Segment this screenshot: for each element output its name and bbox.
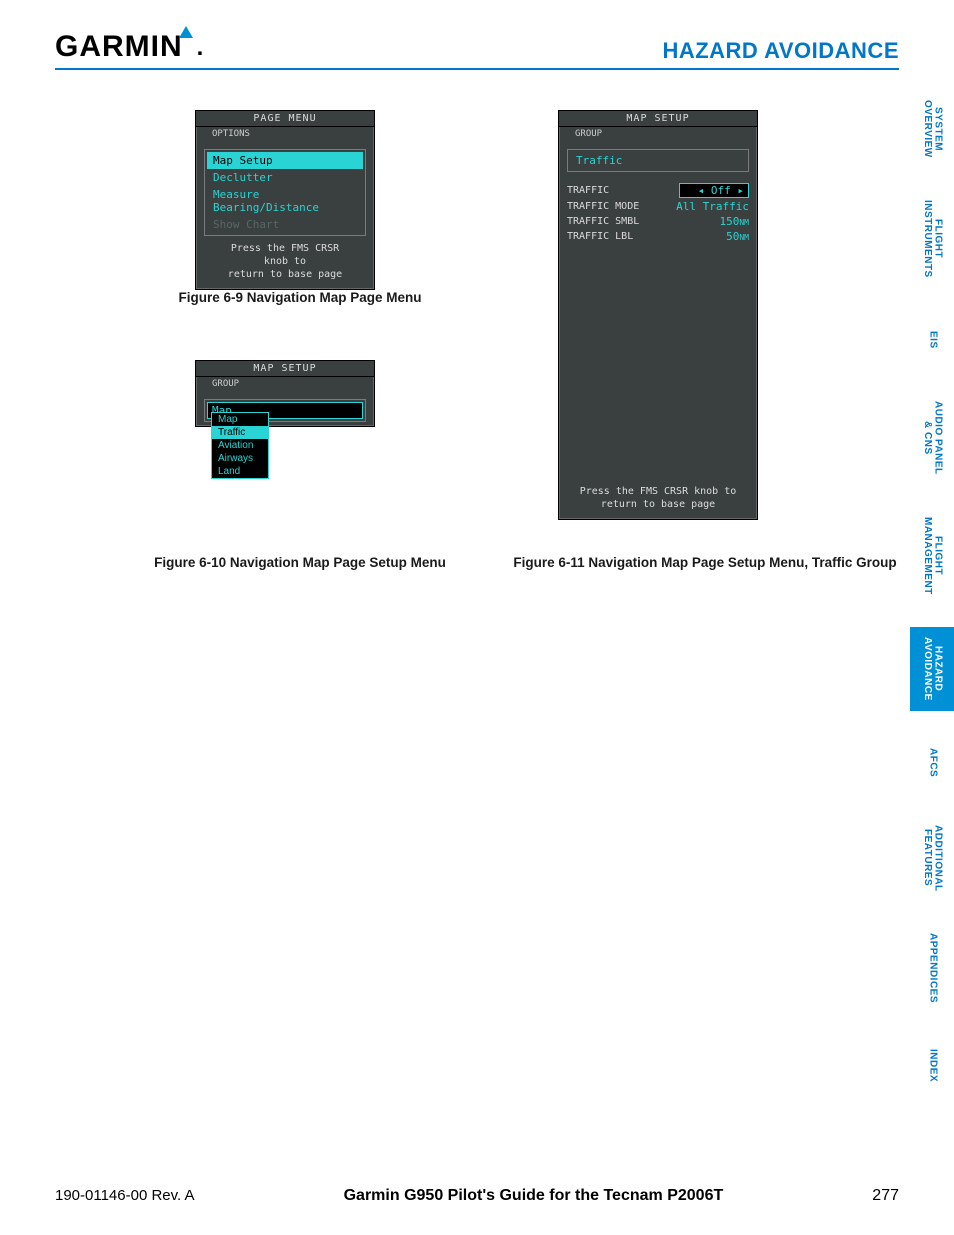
- hint-text: Press the FMS CRSR knob to return to bas…: [559, 479, 757, 519]
- dropdown-option-airways[interactable]: Airways: [212, 452, 268, 465]
- group-label: GROUP: [573, 129, 604, 139]
- label-traffic: TRAFFIC: [567, 185, 609, 196]
- value-traffic-mode[interactable]: All Traffic: [676, 200, 749, 213]
- page-header: GARMIN. HAZARD AVOIDANCE: [55, 30, 899, 70]
- value-traffic[interactable]: ◂ Off ▸: [679, 183, 749, 198]
- options-list: Map Setup Declutter Measure Bearing/Dist…: [204, 149, 366, 236]
- option-show-chart: Show Chart: [207, 216, 363, 233]
- map-setup-traffic-panel: MAP SETUP GROUP Traffic TRAFFIC ◂ Off ▸ …: [558, 110, 758, 520]
- figure-6-10: MAP SETUP GROUP Map Map Traffic Aviation…: [195, 360, 415, 427]
- tab-flight-instruments[interactable]: FLIGHT INSTRUMENTS: [910, 190, 954, 288]
- tab-system-overview[interactable]: SYSTEM OVERVIEW: [910, 90, 954, 168]
- unit-nm: NM: [739, 218, 749, 227]
- brand-delta-icon: [179, 26, 193, 38]
- group-field-value[interactable]: Traffic: [570, 152, 746, 169]
- option-measure-bearing-distance[interactable]: Measure Bearing/Distance: [207, 186, 363, 216]
- caption-6-10: Figure 6-10 Navigation Map Page Setup Me…: [100, 555, 500, 570]
- dropdown-option-aviation[interactable]: Aviation: [212, 439, 268, 452]
- tab-index[interactable]: INDEX: [910, 1035, 954, 1095]
- panel-title: MAP SETUP: [559, 111, 757, 127]
- unit-nm: NM: [739, 233, 749, 242]
- hint-text: Press the FMS CRSR knob to return to bas…: [196, 236, 374, 289]
- value-traffic-text: Off: [711, 184, 731, 197]
- doc-id: 190-01146-00 Rev. A: [55, 1187, 195, 1204]
- figure-6-11: MAP SETUP GROUP Traffic TRAFFIC ◂ Off ▸ …: [558, 110, 778, 520]
- book-title: Garmin G950 Pilot's Guide for the Tecnam…: [344, 1187, 724, 1205]
- tab-afcs[interactable]: AFCS: [910, 733, 954, 793]
- group-field-box: Traffic: [567, 149, 749, 172]
- tab-hazard-avoidance[interactable]: HAZARD AVOIDANCE: [910, 627, 954, 711]
- figure-6-9: PAGE MENU OPTIONS Map Setup Declutter Me…: [195, 110, 415, 290]
- page-number: 277: [872, 1187, 899, 1205]
- section-title: HAZARD AVOIDANCE: [662, 38, 899, 64]
- tab-audio-panel-cns[interactable]: AUDIO PANEL & CNS: [910, 391, 954, 485]
- dropdown-option-traffic[interactable]: Traffic: [212, 426, 268, 439]
- tab-appendices[interactable]: APPENDICES: [910, 923, 954, 1013]
- dropdown-option-map[interactable]: Map: [212, 413, 268, 426]
- label-traffic-lbl: TRAFFIC LBL: [567, 231, 633, 242]
- options-group-label: OPTIONS: [210, 129, 252, 139]
- brand-period: .: [197, 34, 205, 61]
- label-traffic-smbl: TRAFFIC SMBL: [567, 216, 639, 227]
- row-traffic-lbl: TRAFFIC LBL 50NM: [559, 229, 757, 244]
- caption-6-11: Figure 6-11 Navigation Map Page Setup Me…: [490, 555, 920, 570]
- brand-logo: GARMIN.: [55, 30, 204, 64]
- label-traffic-mode: TRAFFIC MODE: [567, 201, 639, 212]
- arrow-right-icon[interactable]: ▸: [737, 184, 744, 197]
- page-menu-panel: PAGE MENU OPTIONS Map Setup Declutter Me…: [195, 110, 375, 290]
- arrow-left-icon[interactable]: ◂: [698, 184, 705, 197]
- tab-additional-features[interactable]: ADDITIONAL FEATURES: [910, 815, 954, 902]
- value-traffic-lbl[interactable]: 50NM: [679, 230, 749, 243]
- tab-eis[interactable]: EIS: [910, 309, 954, 369]
- side-tabs: SYSTEM OVERVIEW FLIGHT INSTRUMENTS EIS A…: [910, 90, 954, 1095]
- row-traffic-mode: TRAFFIC MODE All Traffic: [559, 199, 757, 214]
- value-traffic-smbl[interactable]: 150NM: [679, 215, 749, 228]
- caption-6-9: Figure 6-9 Navigation Map Page Menu: [120, 290, 480, 305]
- panel-title: MAP SETUP: [196, 361, 374, 377]
- option-declutter[interactable]: Declutter: [207, 169, 363, 186]
- brand-text: GARMIN: [55, 30, 183, 63]
- option-map-setup[interactable]: Map Setup: [207, 152, 363, 169]
- page-footer: 190-01146-00 Rev. A Garmin G950 Pilot's …: [55, 1187, 899, 1205]
- row-traffic: TRAFFIC ◂ Off ▸: [559, 182, 757, 199]
- row-traffic-smbl: TRAFFIC SMBL 150NM: [559, 214, 757, 229]
- group-label: GROUP: [210, 379, 241, 389]
- panel-title: PAGE MENU: [196, 111, 374, 127]
- group-dropdown: Map Traffic Aviation Airways Land: [211, 412, 269, 479]
- dropdown-option-land[interactable]: Land: [212, 465, 268, 478]
